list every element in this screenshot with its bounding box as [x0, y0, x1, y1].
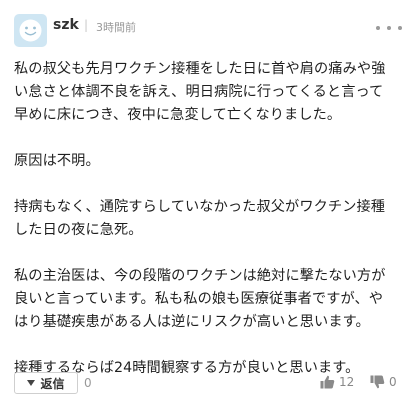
header-separator: | [84, 18, 89, 32]
thumbs-up-icon [320, 375, 335, 389]
reply-count: 0 [84, 376, 92, 390]
dislike-count: 0 [389, 375, 397, 389]
post-time: 3時間前 [96, 21, 136, 34]
dislike-button[interactable]: 0 [370, 375, 397, 389]
avatar[interactable] [14, 14, 47, 47]
more-dot [387, 26, 391, 30]
comment-body: 私の叔父も先月ワクチン接種をした日に首や肩の痛みや強 い怠さと体調不良を訴え、明… [14, 58, 410, 380]
reply-button-label: 返信 [40, 376, 65, 391]
reply-button[interactable]: 返信 [14, 372, 78, 394]
chevron-down-icon [27, 380, 36, 386]
like-button[interactable]: 12 [320, 375, 354, 389]
more-dot [376, 26, 380, 30]
comment-paragraph: 私の主治医は、今の段階のワクチンは絶対に撃たない方が 良いと言っています。私も私… [14, 268, 386, 330]
comment-card: szk | 3時間前 私の叔父も先月ワクチン接種をした日に首や肩の痛みや強 い怠… [0, 0, 420, 410]
more-dot [398, 26, 402, 30]
author-name[interactable]: szk [53, 17, 79, 33]
comment-paragraph: 私の叔父も先月ワクチン接種をした日に首や肩の痛みや強 い怠さと体調不良を訴え、明… [14, 61, 386, 123]
comment-paragraph: 原因は不明。 [14, 153, 100, 169]
comment-paragraph: 持病もなく、通院すらしていなかった叔父がワクチン接種 した日の夜に急死。 [14, 199, 386, 238]
more-options-icon[interactable] [376, 24, 402, 32]
like-count: 12 [339, 375, 355, 389]
smiley-avatar-icon [19, 19, 42, 42]
thumbs-down-icon [370, 375, 385, 389]
